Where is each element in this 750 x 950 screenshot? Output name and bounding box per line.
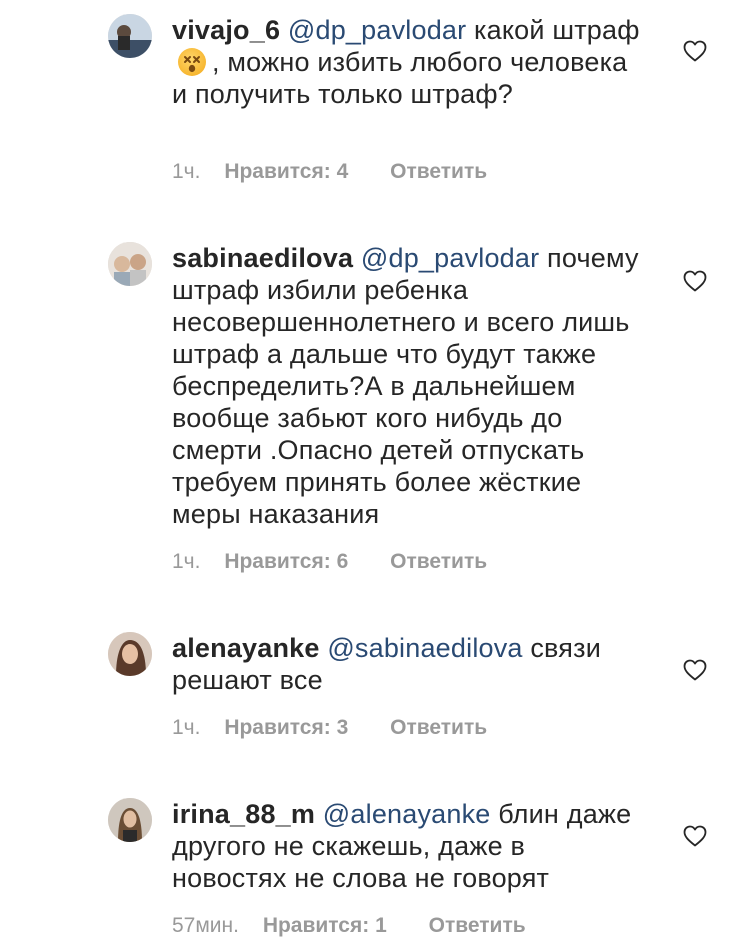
comment-body: почему штраф избили ребенка несовершенно… bbox=[172, 243, 639, 529]
likes-count-button[interactable]: Нравится: 4 bbox=[224, 160, 348, 183]
heart-outline-icon[interactable] bbox=[683, 270, 707, 292]
comment-meta: 1ч. Нравится: 3 Ответить bbox=[172, 716, 487, 740]
avatar[interactable] bbox=[108, 14, 152, 58]
comment-body: какой штраф bbox=[474, 15, 640, 45]
comment-time: 57мин. bbox=[172, 914, 239, 937]
likes-count-button[interactable]: Нравится: 1 bbox=[263, 914, 387, 937]
reply-button[interactable]: Ответить bbox=[390, 716, 487, 739]
comment-username[interactable]: irina_88_m bbox=[172, 799, 315, 829]
comment-text: vivajo_6 @dp_pavlodar какой штраф , можн… bbox=[172, 14, 642, 110]
likes-count-button[interactable]: Нравится: 3 bbox=[224, 716, 348, 739]
comment-text: alenayanke @sabinaedilova связи решают в… bbox=[172, 632, 642, 696]
comment-username[interactable]: sabinaedilova bbox=[172, 243, 353, 273]
comment-meta: 1ч. Нравится: 4 Ответить bbox=[172, 160, 487, 184]
comment-body: , можно избить любого человека и получит… bbox=[172, 47, 628, 109]
comment-time: 1ч. bbox=[172, 550, 201, 573]
comment-meta: 57мин. Нравится: 1 Ответить bbox=[172, 914, 526, 938]
comment-username[interactable]: vivajo_6 bbox=[172, 15, 280, 45]
reply-button[interactable]: Ответить bbox=[429, 914, 526, 937]
mention-link[interactable]: @dp_pavlodar bbox=[361, 243, 539, 273]
reply-button[interactable]: Ответить bbox=[390, 550, 487, 573]
avatar[interactable] bbox=[108, 798, 152, 842]
mention-link[interactable]: @dp_pavlodar bbox=[288, 15, 466, 45]
avatar[interactable] bbox=[108, 632, 152, 676]
heart-outline-icon[interactable] bbox=[683, 40, 707, 62]
avatar[interactable] bbox=[108, 242, 152, 286]
comment-text: sabinaedilova @dp_pavlodar почему штраф … bbox=[172, 242, 642, 530]
mention-link[interactable]: @alenayanke bbox=[323, 799, 491, 829]
mention-link[interactable]: @sabinaedilova bbox=[327, 633, 522, 663]
reply-button[interactable]: Ответить bbox=[390, 160, 487, 183]
comment-time: 1ч. bbox=[172, 160, 201, 183]
comment-meta: 1ч. Нравится: 6 Ответить bbox=[172, 550, 487, 574]
heart-outline-icon[interactable] bbox=[683, 659, 707, 681]
dizzy-face-emoji-icon bbox=[178, 48, 206, 76]
likes-count-button[interactable]: Нравится: 6 bbox=[224, 550, 348, 573]
comment-text: irina_88_m @alenayanke блин даже другого… bbox=[172, 798, 642, 894]
comment-username[interactable]: alenayanke bbox=[172, 633, 320, 663]
comment-time: 1ч. bbox=[172, 716, 201, 739]
heart-outline-icon[interactable] bbox=[683, 825, 707, 847]
